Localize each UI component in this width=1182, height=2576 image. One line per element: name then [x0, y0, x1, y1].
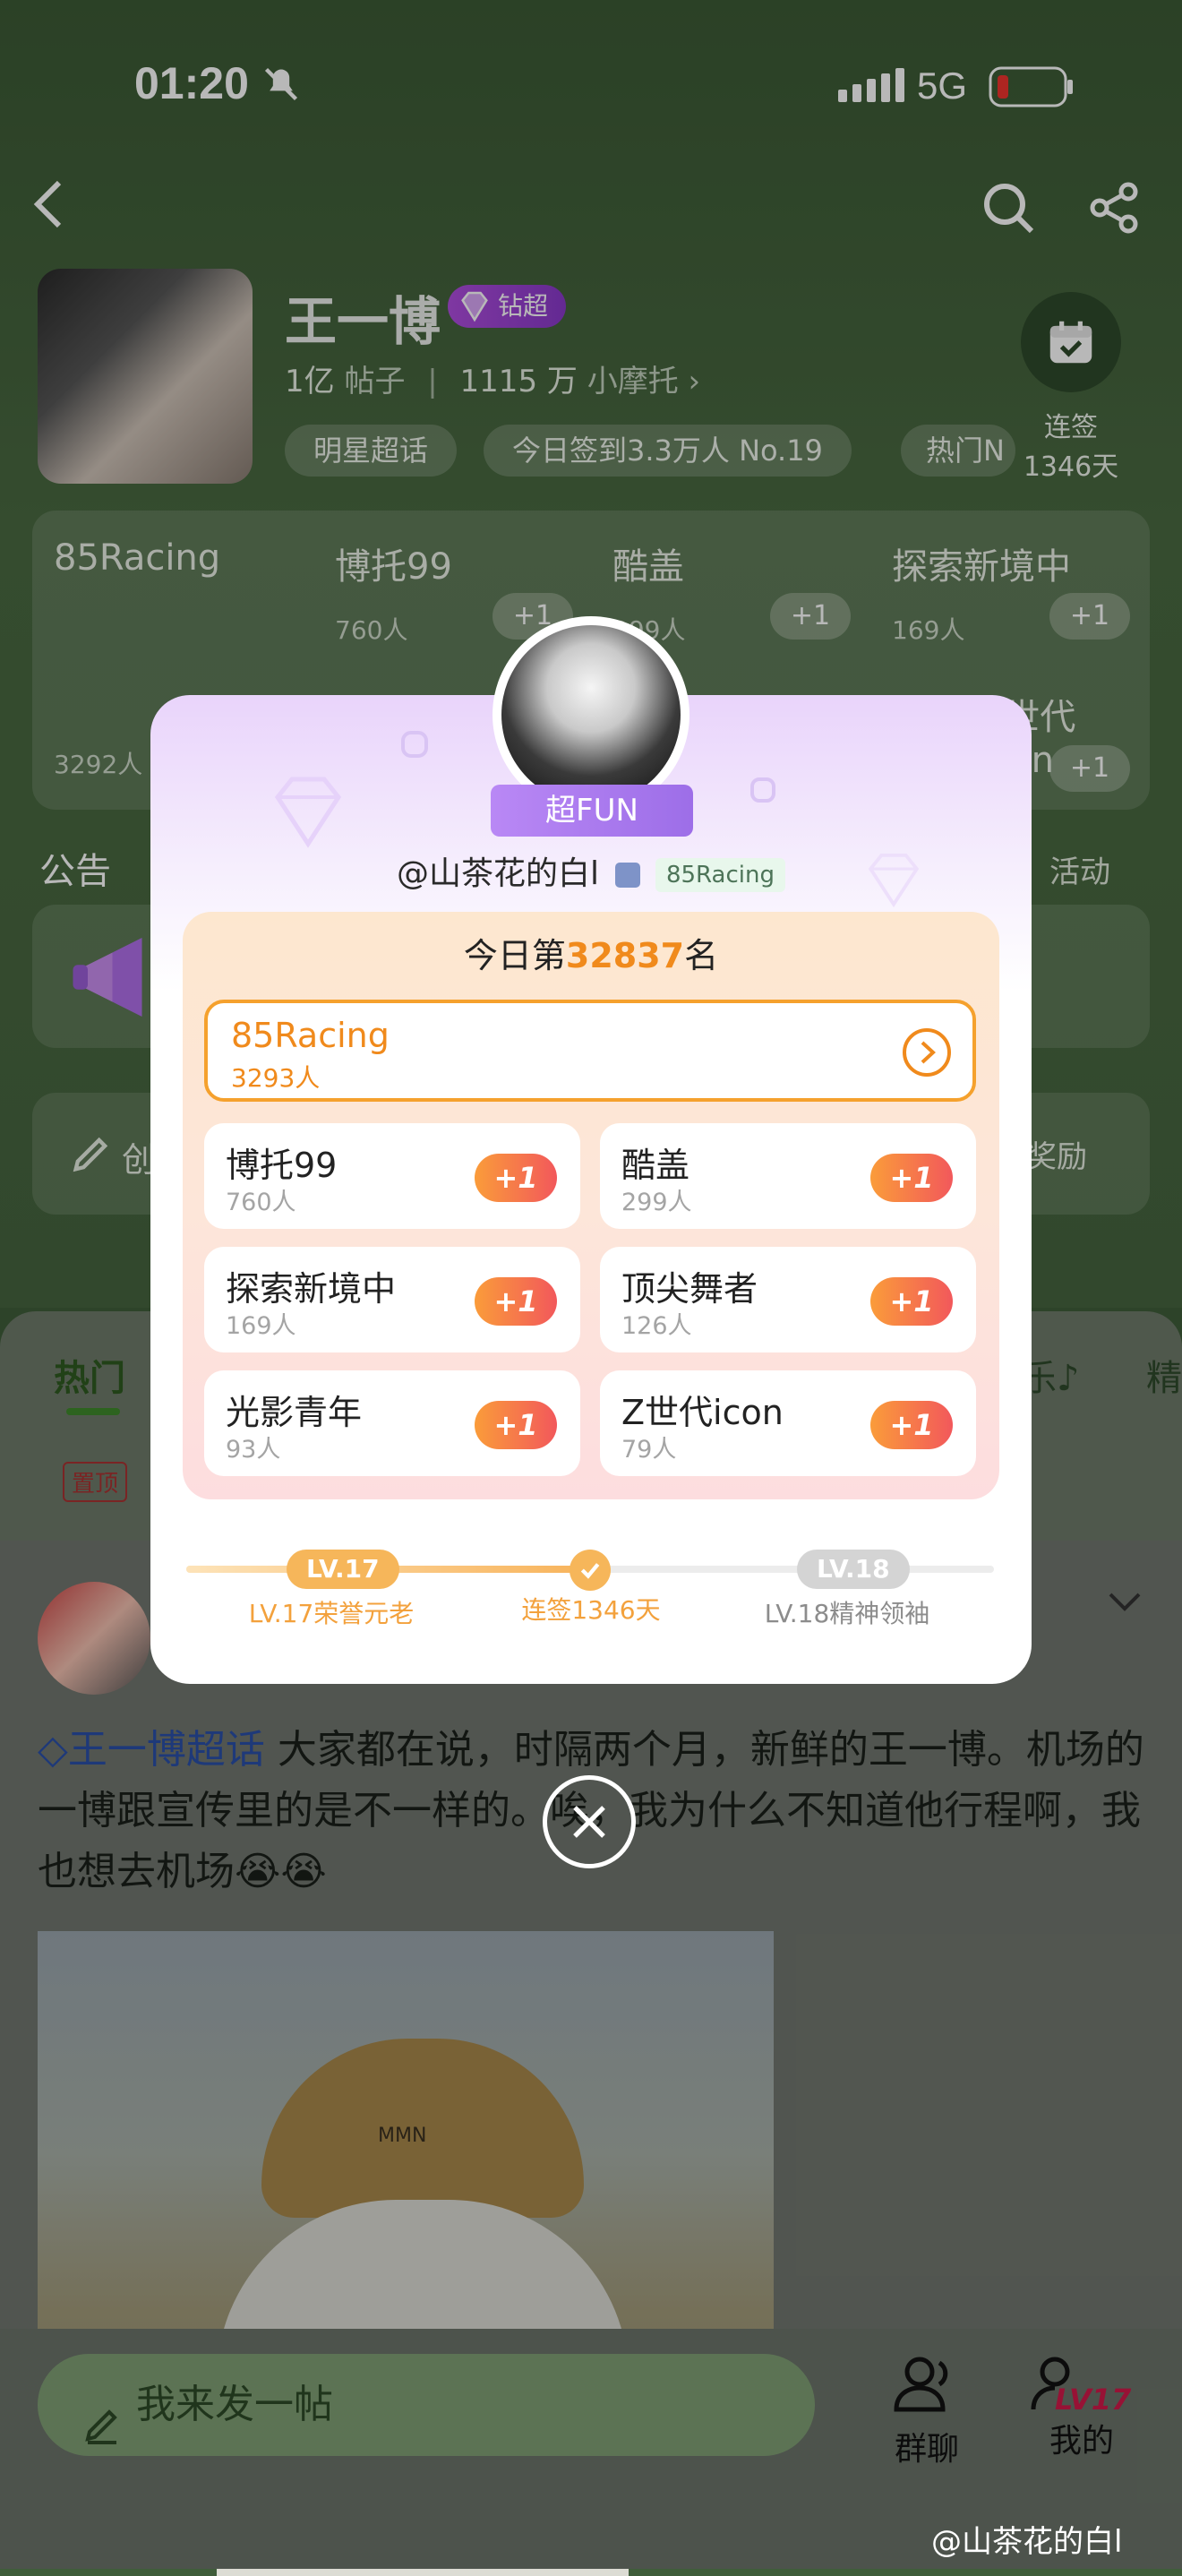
- modal-user-line: @山茶花的白l 85Racing: [150, 847, 1032, 894]
- group-tile[interactable]: 探索新境中 169人 +1: [204, 1247, 580, 1352]
- fun-ribbon: 超FUN: [491, 785, 693, 837]
- close-icon[interactable]: [543, 1775, 636, 1868]
- watermark: @山茶花的白l: [931, 2524, 1123, 2560]
- group-tile-count: 760人: [226, 1189, 296, 1216]
- group-tile[interactable]: 酷盖 299人 +1: [600, 1123, 976, 1229]
- group-tile-count: 126人: [621, 1312, 692, 1340]
- main-group-name: 85Racing: [231, 1016, 390, 1055]
- plus-one-button[interactable]: +1: [870, 1277, 953, 1326]
- verified-icon: [614, 863, 640, 888]
- level-next-pill: LV.18: [797, 1550, 910, 1589]
- rank-title: 今日第32837名: [463, 936, 719, 975]
- main-group-card[interactable]: 85Racing 3293人: [204, 1000, 976, 1102]
- group-tile[interactable]: 博托99 760人 +1: [204, 1123, 580, 1229]
- group-tile-name: 酷盖: [621, 1146, 690, 1185]
- level-current-pill: LV.17: [287, 1550, 399, 1589]
- group-tile[interactable]: 光影青年 93人 +1: [204, 1370, 580, 1476]
- group-tile-count: 79人: [621, 1436, 677, 1464]
- group-tile[interactable]: Z世代icon 79人 +1: [600, 1370, 976, 1476]
- bubble-deco: [750, 777, 775, 803]
- plus-one-button[interactable]: +1: [475, 1277, 557, 1326]
- group-tile-name: 顶尖舞者: [621, 1269, 758, 1309]
- check-icon: [570, 1550, 611, 1591]
- group-tile-name: 探索新境中: [226, 1269, 397, 1309]
- group-tile-name: 博托99: [226, 1146, 338, 1185]
- group-tile-name: Z世代icon: [621, 1393, 784, 1432]
- group-tile-count: 93人: [226, 1436, 281, 1464]
- modal-username: @山茶花的白l: [397, 855, 600, 892]
- plus-one-button[interactable]: +1: [475, 1154, 557, 1202]
- level-middle-label: 连签1346天: [521, 1595, 661, 1625]
- group-tile-count: 169人: [226, 1312, 296, 1340]
- plus-one-button[interactable]: +1: [870, 1401, 953, 1449]
- group-tile[interactable]: 顶尖舞者 126人 +1: [600, 1247, 976, 1352]
- level-next-label: LV.18精神领袖: [764, 1599, 930, 1628]
- level-current-label: LV.17荣誉元老: [248, 1599, 415, 1628]
- chevron-right-icon: [903, 1028, 951, 1077]
- plus-one-button[interactable]: +1: [870, 1154, 953, 1202]
- modal-avatar: [492, 616, 690, 813]
- plus-one-button[interactable]: +1: [475, 1401, 557, 1449]
- group-tile-name: 光影青年: [226, 1393, 363, 1432]
- rank-number: 32837: [565, 936, 685, 975]
- diamond-deco-icon: [274, 777, 342, 848]
- bubble-deco: [401, 731, 428, 758]
- modal-user-tag: 85Racing: [655, 858, 785, 892]
- main-group-count: 3293人: [231, 1063, 321, 1093]
- group-tile-count: 299人: [621, 1189, 692, 1216]
